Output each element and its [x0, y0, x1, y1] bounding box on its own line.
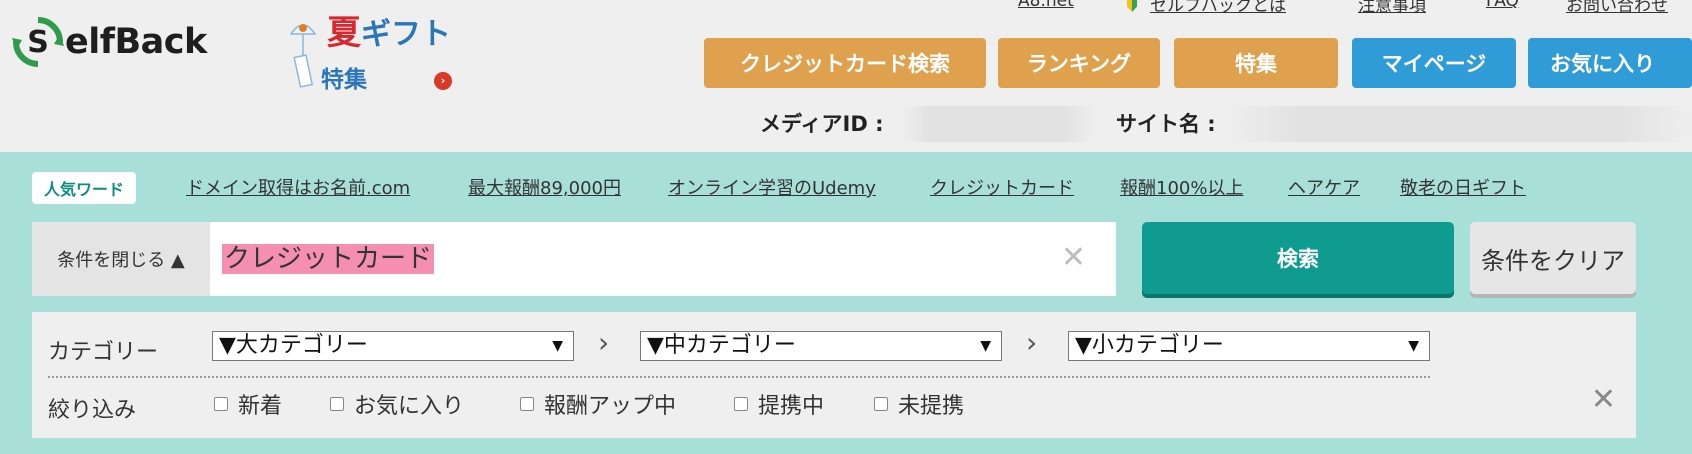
media-id-label: メディアID : [760, 112, 884, 136]
chevron-right-icon: › [598, 326, 610, 359]
site-name-value [1226, 106, 1692, 142]
search-query-text: クレジットカード [222, 244, 435, 274]
gift-title: 夏ギフト [327, 13, 451, 53]
logo-recycle-icon: S [12, 16, 64, 68]
popular-words: 人気ワード [32, 172, 137, 204]
nav-favorites[interactable]: お気に入り [1528, 38, 1692, 88]
medium-category-select[interactable]: ▼中カテゴリー ▼ [640, 331, 1002, 361]
divider [48, 376, 1430, 378]
clear-input-icon[interactable]: ✕ [1061, 240, 1086, 275]
filter-reward-up-checkbox[interactable]: 報酬アップ中 [520, 388, 676, 420]
gift-subtitle: 特集 [321, 66, 367, 93]
toplink-notes[interactable]: 注意事項 [1358, 0, 1426, 16]
filter-new-checkbox[interactable]: 新着 [214, 388, 282, 420]
arrow-right-icon: › [434, 72, 452, 90]
search-button[interactable]: 検索 [1142, 222, 1454, 294]
nav-feature[interactable]: 特集 [1174, 38, 1338, 88]
logo-text: elfBack [65, 22, 207, 62]
popular-words-badge: 人気ワード [32, 172, 137, 204]
chevron-down-icon: ▼ [1408, 338, 1419, 354]
popular-word-link[interactable]: クレジットカード [930, 174, 1074, 200]
nav-ranking[interactable]: ランキング [998, 38, 1160, 88]
popular-word-link[interactable]: ドメイン取得はお名前.com [186, 174, 410, 200]
search-panel: 人気ワード ドメイン取得はお名前.com 最大報酬89,000円 オンライン学習… [0, 152, 1692, 454]
beginner-mark-icon [1127, 0, 1137, 12]
small-category-select[interactable]: ▼小カテゴリー ▼ [1068, 331, 1430, 361]
close-conditions-toggle[interactable]: 条件を閉じる ▲ [32, 222, 210, 296]
toplink-contact[interactable]: お問い合わせ [1566, 0, 1668, 16]
category-label: カテゴリー [48, 340, 159, 365]
site-name-label: サイト名 : [1116, 112, 1216, 136]
chevron-down-icon: ▼ [980, 338, 991, 354]
toplink-a8net[interactable]: A8.net [1018, 0, 1074, 11]
popular-word-link[interactable]: 最大報酬89,000円 [468, 174, 621, 200]
toplink-about-selfback[interactable]: セルフバックとは [1150, 0, 1286, 16]
chevron-down-icon: ▼ [552, 338, 563, 354]
filter-not-partnered-checkbox[interactable]: 未提携 [874, 388, 964, 420]
popular-word-link[interactable]: オンライン学習のUdemy [668, 174, 876, 200]
filter-favorites-checkbox[interactable]: お気に入り [330, 388, 464, 420]
close-filter-icon[interactable]: ✕ [1591, 382, 1616, 417]
search-input[interactable]: クレジットカード ✕ [210, 222, 1116, 296]
toplink-faq[interactable]: FAQ [1486, 0, 1519, 11]
clear-conditions-button[interactable]: 条件をクリア [1470, 222, 1636, 294]
filter-panel: カテゴリー ▼大カテゴリー ▼ › ▼中カテゴリー ▼ › ▼小カテゴリー ▼ 絞り込… [32, 312, 1636, 438]
summer-gift-banner[interactable]: 夏ギフト 特集 › [283, 10, 463, 100]
refine-label: 絞り込み [48, 398, 137, 423]
chevron-right-icon: › [1026, 326, 1038, 359]
wind-chime-icon [289, 24, 317, 88]
popular-word-link[interactable]: 報酬100%以上 [1120, 174, 1243, 200]
selfback-logo[interactable]: S elfBack [12, 12, 207, 72]
large-category-select[interactable]: ▼大カテゴリー ▼ [212, 331, 574, 361]
nav-mypage[interactable]: マイページ [1352, 38, 1516, 88]
search-row: 条件を閉じる ▲ クレジットカード ✕ [32, 222, 1116, 296]
media-id-value [900, 106, 1096, 142]
filter-partnered-checkbox[interactable]: 提携中 [734, 388, 824, 420]
popular-word-link[interactable]: ヘアケア [1288, 174, 1360, 200]
nav-credit-card-search[interactable]: クレジットカード検索 [704, 38, 986, 88]
svg-text:S: S [27, 25, 49, 60]
popular-word-link[interactable]: 敬老の日ギフト [1400, 174, 1526, 200]
